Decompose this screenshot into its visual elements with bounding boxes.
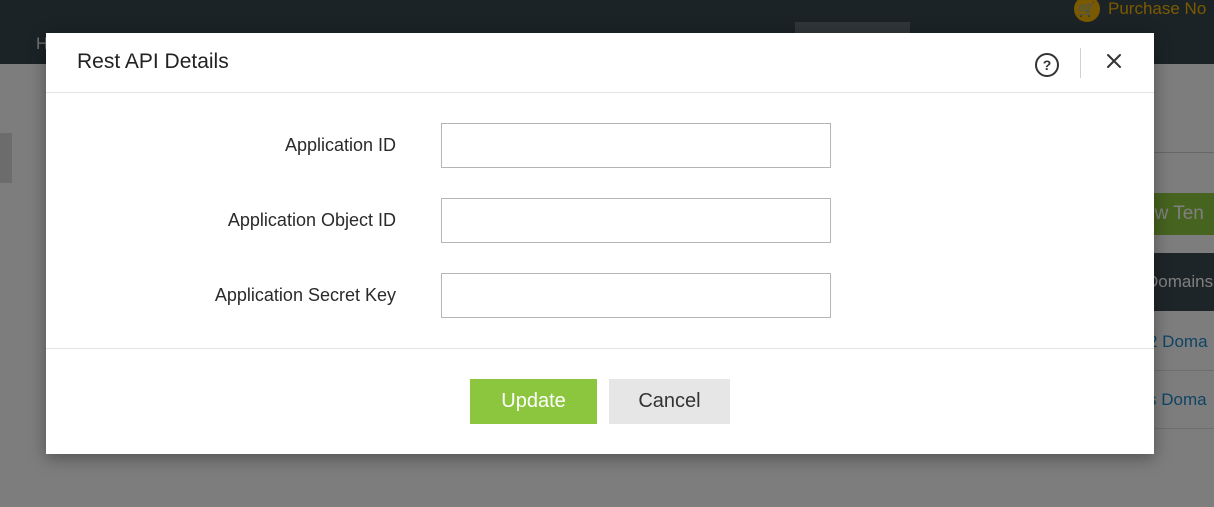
header-separator	[1080, 48, 1081, 78]
dialog-footer: Update Cancel	[46, 348, 1154, 454]
application-object-id-label: Application Object ID	[227, 210, 396, 230]
form-row-application-secret-key: Application Secret Key	[46, 273, 1154, 319]
dialog-header: Rest API Details ?	[46, 33, 1154, 93]
help-icon-glyph: ?	[1042, 57, 1052, 73]
application-id-input[interactable]	[441, 123, 831, 168]
application-id-label: Application ID	[284, 135, 396, 155]
rest-api-details-dialog: Rest API Details ? Application ID Applic…	[46, 33, 1154, 454]
close-icon[interactable]	[1102, 49, 1126, 73]
update-button[interactable]: Update	[470, 379, 597, 424]
application-object-id-input[interactable]	[441, 198, 831, 243]
form-row-application-object-id: Application Object ID	[46, 198, 1154, 244]
application-secret-key-label: Application Secret Key	[214, 285, 396, 305]
help-icon[interactable]: ?	[1035, 53, 1059, 77]
form-row-application-id: Application ID	[46, 123, 1154, 169]
dialog-title: Rest API Details	[77, 50, 229, 73]
application-secret-key-input[interactable]	[441, 273, 831, 318]
cancel-button[interactable]: Cancel	[609, 379, 730, 424]
